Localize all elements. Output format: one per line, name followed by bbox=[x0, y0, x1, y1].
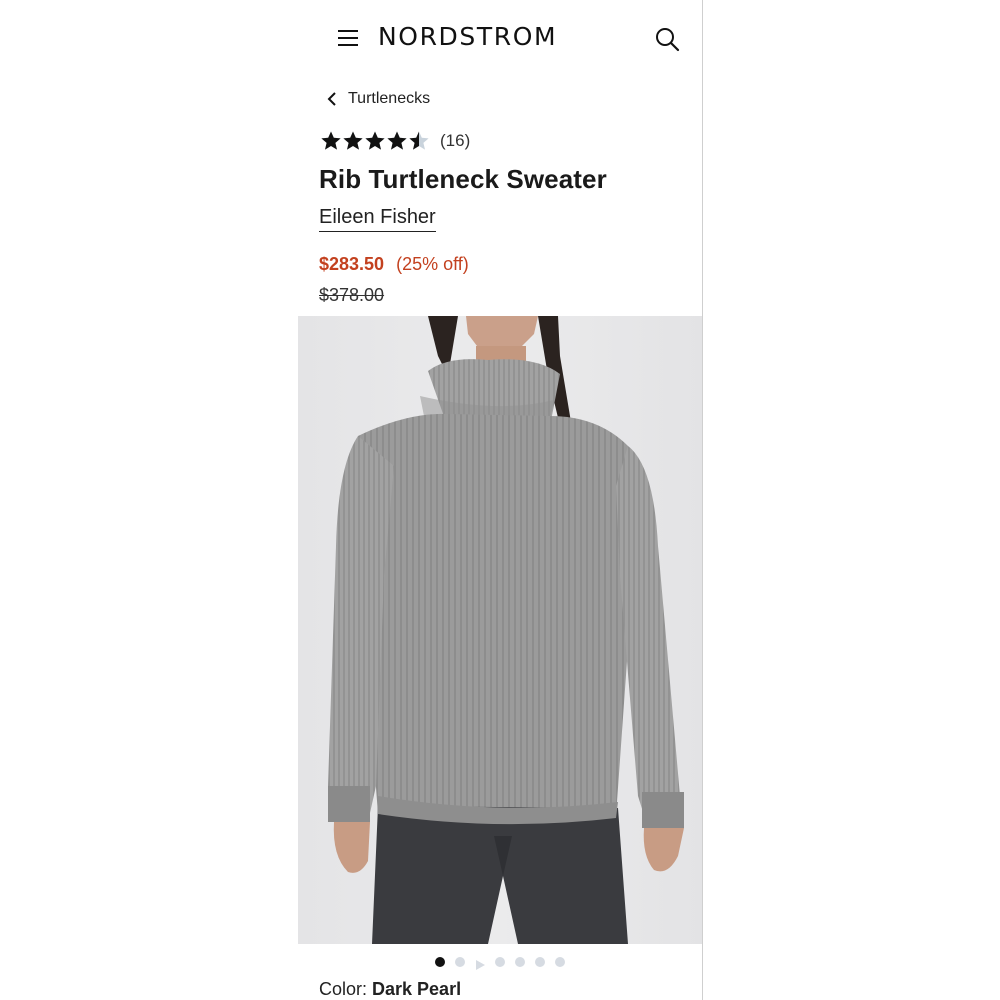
breadcrumb-label: Turtlenecks bbox=[348, 90, 431, 107]
sale-price: $283.50 bbox=[319, 254, 385, 274]
top-header: NORDSTROM bbox=[298, 0, 702, 76]
price-row: $283.50 (25% off) bbox=[319, 254, 469, 275]
star-rating bbox=[320, 130, 430, 152]
breadcrumb-back-link[interactable]: Turtlenecks bbox=[324, 88, 430, 110]
search-icon[interactable] bbox=[654, 26, 680, 52]
image-carousel-dots bbox=[298, 954, 702, 970]
brand-link[interactable]: Eileen Fisher bbox=[319, 205, 436, 232]
chevron-left-icon bbox=[327, 92, 336, 106]
product-photo bbox=[298, 316, 702, 944]
color-label: Color: bbox=[319, 979, 368, 999]
star-icon bbox=[343, 131, 363, 150]
star-icon bbox=[321, 131, 341, 150]
hamburger-menu-icon[interactable] bbox=[336, 27, 360, 49]
original-price: $378.00 bbox=[319, 285, 385, 305]
star-icon bbox=[387, 131, 407, 150]
rating-row[interactable]: (16) bbox=[320, 128, 470, 154]
carousel-dot[interactable] bbox=[535, 957, 545, 967]
viewport-edge bbox=[702, 0, 703, 1000]
star-icon bbox=[365, 131, 385, 150]
product-page: NORDSTROM Turtlenecks (16) Rib Turtlenec… bbox=[298, 0, 702, 1000]
carousel-video-dot-play-icon[interactable] bbox=[475, 957, 485, 970]
product-image[interactable] bbox=[298, 316, 702, 944]
star-icon bbox=[409, 131, 429, 150]
carousel-dot[interactable] bbox=[515, 957, 525, 967]
carousel-dot[interactable] bbox=[495, 957, 505, 967]
carousel-dot[interactable] bbox=[435, 957, 445, 967]
carousel-dot[interactable] bbox=[455, 957, 465, 967]
color-value: Dark Pearl bbox=[372, 979, 462, 999]
color-selector-label: Color: Dark Pearl bbox=[319, 979, 461, 1000]
review-count[interactable]: (16) bbox=[440, 131, 470, 151]
carousel-dot[interactable] bbox=[555, 957, 565, 967]
product-title: Rib Turtleneck Sweater bbox=[319, 164, 607, 194]
brand-logo[interactable]: NORDSTROM bbox=[378, 22, 557, 51]
discount-percent: (25% off) bbox=[396, 254, 469, 274]
